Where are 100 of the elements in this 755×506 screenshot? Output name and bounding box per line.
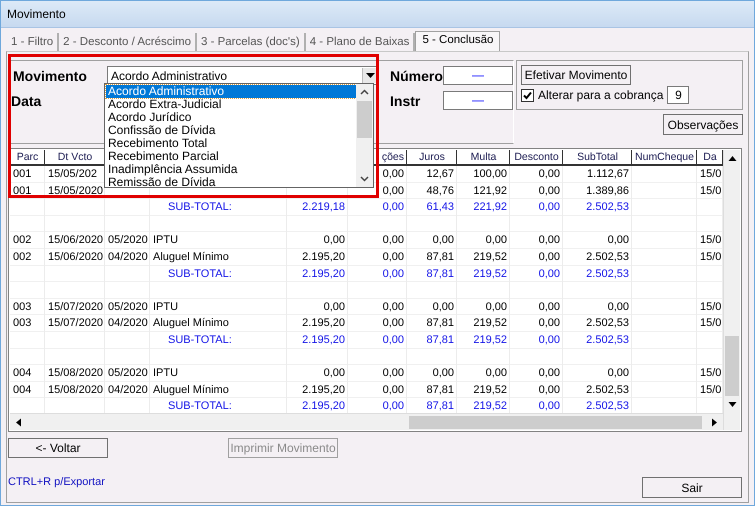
table-cell: 219,52 [473,250,507,263]
subtotal-cell: 87,81 [426,334,454,346]
column-header: Da [702,150,718,165]
numero-field[interactable]: — [443,66,513,85]
column-header: ções [380,150,405,165]
table-cell: 0,00 [486,300,507,313]
table-cell: 2.195,20 [302,317,345,330]
table-cell: IPTU [153,300,178,313]
table-cell: 05/2020 [108,234,148,246]
scrollbar-corner [723,413,740,430]
table-cell: 15/0 [700,184,722,197]
subtotal-cell: 0,00 [382,334,404,346]
table-cell: 05/2020 [108,367,148,380]
table-cell: 0,00 [382,250,404,263]
subtotal-label: SUB-TOTAL: [168,334,232,346]
cobranca-field[interactable]: 9 [667,86,690,104]
scrollbar-thumb[interactable] [725,336,739,396]
subtotal-cell: 219,52 [473,400,507,412]
column-header: SubTotal [576,150,619,165]
subtotal-cell: 0,00 [538,400,560,412]
table-cell: 2.195,20 [302,384,345,396]
subtotal-cell: 2.195,20 [302,268,345,280]
table-cell: 15/08/2020 [48,367,104,380]
table-cell: 0,00 [432,300,454,313]
subtotal-cell: 219,52 [473,268,507,280]
subtotal-cell: 0,00 [382,400,404,412]
table-cell: 0,00 [324,367,345,380]
scrollbar-thumb[interactable] [409,416,702,428]
instr-field[interactable]: — [443,91,513,110]
table-cell: 219,52 [473,384,507,396]
table-cell: 121,92 [473,184,507,197]
table-cell: 0,00 [324,300,345,313]
dropdown-option[interactable]: Acordo Extra-Judicial [106,98,356,111]
dropdown-option[interactable]: Remissão de Dívida [106,176,356,187]
horizontal-scrollbar[interactable] [10,413,723,430]
subtotal-cell: 87,81 [426,268,454,280]
table-cell: 04/2020 [108,250,148,263]
subtotal-cell: 2.502,53 [586,201,629,214]
table-cell: 001 [13,184,32,197]
table-cell: 04/2020 [108,384,148,396]
table-cell: 100,00 [473,168,507,180]
table-cell: 0,00 [538,384,560,396]
tab[interactable]: 5 - Conclusão [415,31,500,51]
table-cell: 1.389,86 [586,184,629,197]
checkbox-label[interactable]: Alterar para a cobrança [538,88,664,102]
table-cell: 15/06/2020 [48,250,104,263]
table-cell: 002 [13,250,32,263]
scrollbar-thumb[interactable] [357,101,372,138]
table-cell: 0,00 [486,234,507,246]
table-cell: 0,00 [538,168,560,180]
table-cell: 87,81 [426,317,454,330]
window-title: Movimento [1,1,754,28]
subtotal-cell: 2.502,53 [586,400,629,412]
table-cell: 0,00 [538,317,560,330]
table-cell: 0,00 [382,367,404,380]
checkbox[interactable] [521,88,534,102]
caret-down-icon [366,73,375,78]
tab[interactable]: 2 - Desconto / Acréscimo [59,33,197,51]
column-header: Dt Vcto [56,150,94,165]
dropdown-option[interactable]: Recebimento Total [106,137,356,150]
table-cell: 15/0 [700,384,722,396]
table-cell: 0,00 [432,367,454,380]
subtotal-label: SUB-TOTAL: [168,268,232,280]
table-cell: 0,00 [608,367,629,380]
dropdown-option[interactable]: Acordo Jurídico [106,111,356,124]
column-header: Parc [16,150,40,165]
dropdown-option[interactable]: Confissão de Dívida [106,124,356,137]
dropdown-list[interactable]: Acordo Administrativo Acordo Extra-Judicial Acordo Jurídico Confissão de Dívida Recebimento Total Recebimento Parcial Inadimplência Assumida Remissão de Dívida [104,83,374,188]
table-cell: 0,00 [608,300,629,313]
table-cell: Aluguel Mínimo [153,317,229,330]
table-cell: Aluguel Mínimo [153,250,229,263]
table-cell: 0,00 [486,367,507,380]
table-cell: 001 [13,168,32,180]
tab[interactable]: 3 - Parcelas (doc's) [197,33,306,51]
field-label: Instr [390,92,420,108]
subtotal-cell: 87,81 [426,400,454,412]
table-cell: 15/05/202 [48,168,97,180]
table-cell: Aluguel Mínimo [153,384,229,396]
column-header: NumCheque [634,150,695,165]
exit-button[interactable]: Sair [642,477,742,498]
table-cell: 15/0 [700,300,722,313]
table-cell: 003 [13,300,32,313]
vertical-scrollbar[interactable] [723,150,740,413]
subtotal-cell: 219,52 [473,334,507,346]
vertical-scrollbar[interactable] [356,84,373,187]
back-button[interactable]: <- Voltar [8,438,108,458]
table-cell: 12,67 [426,168,454,180]
tab[interactable]: 1 - Filtro [7,33,60,51]
table-cell: 002 [13,234,32,246]
table-cell: 2.502,53 [586,317,629,330]
efetivar-button[interactable]: Efetivar Movimento [521,65,631,85]
subtotal-label: SUB-TOTAL: [168,400,232,412]
dropdown-option[interactable]: Acordo Administrativo [106,85,356,98]
export-hint: CTRL+R p/Exportar [8,476,105,488]
table-cell: 0,00 [538,367,560,380]
observacoes-button[interactable]: Observações [663,114,743,135]
table-cell: 0,00 [538,300,560,313]
dropdown-option[interactable]: Inadimplência Assumida [106,163,356,176]
table-cell: 15/0 [700,250,722,263]
dropdown-option[interactable]: Recebimento Parcial [106,150,356,163]
